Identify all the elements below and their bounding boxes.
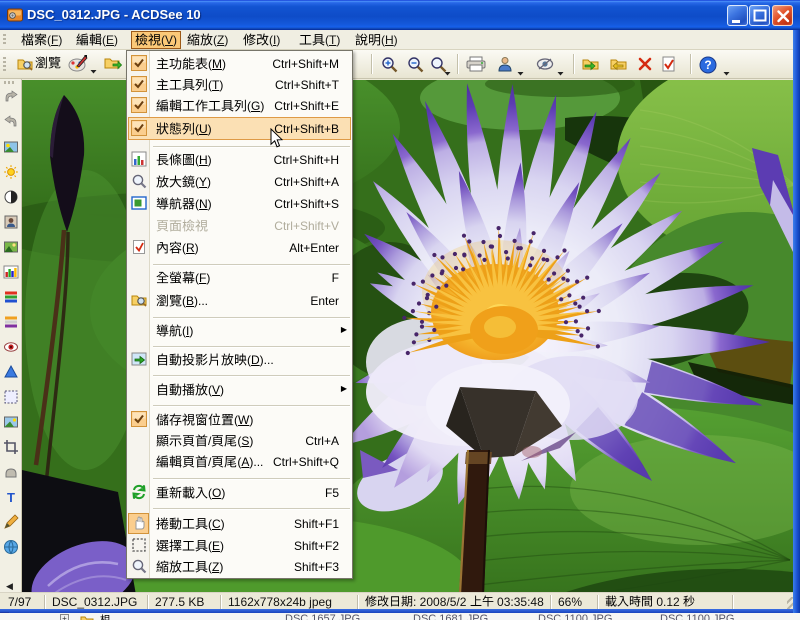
- svg-text:?: ?: [704, 58, 711, 72]
- svg-text:T: T: [7, 490, 15, 505]
